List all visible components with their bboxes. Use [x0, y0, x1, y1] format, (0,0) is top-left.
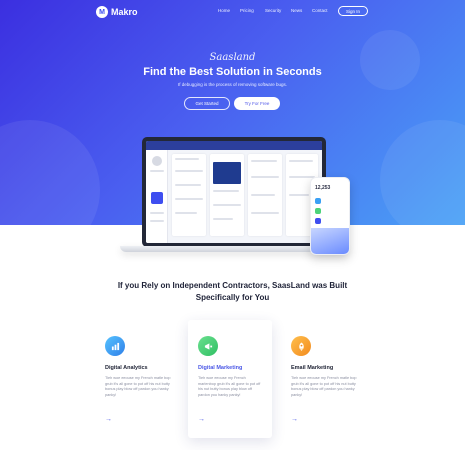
card-line [251, 194, 275, 196]
phone-stat-value: 12,253 [315, 185, 331, 191]
feature-title: Digital Analytics [105, 365, 148, 371]
megaphone-icon [198, 336, 218, 356]
feature-card-marketing: Digital Marketing Tieh woe eeouse my Fre… [188, 320, 272, 438]
arrow-right-icon[interactable]: → [198, 416, 205, 423]
sidebar-line [150, 170, 164, 172]
phone-tile [315, 218, 321, 224]
feature-title: Email Marketing [291, 365, 334, 371]
card-line [175, 212, 197, 214]
card-line [213, 190, 239, 192]
sidebar-active-tile [151, 192, 163, 204]
hero-title: Find the Best Solution in Seconds [143, 66, 322, 78]
sign-in-button[interactable]: Sign In [338, 6, 368, 16]
card-line [213, 218, 233, 220]
feature-description: Tieh woe eeouse my French matle bop grub… [105, 376, 171, 397]
card-line [175, 170, 203, 172]
dashboard-header [146, 141, 322, 150]
arrow-right-icon[interactable]: → [291, 416, 298, 423]
phone-tile [315, 198, 321, 204]
sidebar-line [150, 212, 164, 214]
laptop-mockup [142, 137, 326, 247]
dashboard-sidebar [146, 150, 168, 243]
get-started-button[interactable]: Get Started [184, 97, 230, 110]
card-line [175, 184, 201, 186]
nav-link-security[interactable]: Security [265, 8, 281, 14]
phone-mockup: 12,253 [310, 177, 350, 255]
try-free-button[interactable]: Try For Free [234, 97, 280, 110]
card-line [251, 212, 279, 214]
card-line [289, 176, 315, 178]
nav-link-pricing[interactable]: Pricing [240, 8, 254, 14]
card-line [251, 176, 279, 178]
rocket-icon [291, 336, 311, 356]
dashboard-screenshot [146, 141, 322, 243]
dashboard-card [172, 154, 206, 236]
card-line [289, 160, 313, 162]
nav-link-contact[interactable]: Contact [312, 8, 328, 14]
hero-brand: Saasland [209, 52, 256, 63]
card-line [175, 198, 203, 200]
card-line [251, 160, 277, 162]
dashboard-card [210, 154, 244, 236]
nav-link-news[interactable]: News [291, 8, 302, 14]
feature-description: Tieh woe eeouse my French matle bop grub… [291, 376, 357, 397]
logo-icon[interactable]: M [96, 6, 108, 18]
card-line [175, 158, 199, 160]
logo-text[interactable]: Makro [111, 6, 138, 18]
avatar [152, 156, 162, 166]
feature-card-email: Email Marketing Tieh woe eeouse my Frenc… [281, 320, 365, 438]
arrow-right-icon[interactable]: → [105, 416, 112, 423]
dashboard-card [248, 154, 282, 236]
card-line [289, 194, 309, 196]
phone-tile [315, 208, 321, 214]
section-title: If you Rely on Independent Contractors, … [117, 281, 348, 302]
card-line [213, 204, 241, 206]
decor-bubble [380, 120, 465, 225]
feature-description: Tieh woe eeouse my French marlenbop grub… [198, 376, 261, 397]
phone-illustration [311, 228, 349, 254]
bar-chart-icon [105, 336, 125, 356]
feature-title: Digital Marketing [198, 365, 243, 371]
feature-card-analytics: Digital Analytics Tieh woe eeouse my Fre… [95, 320, 179, 438]
nav-link-home[interactable]: Home [218, 8, 230, 14]
sidebar-line [150, 220, 164, 222]
hero-subtitle: If debugging is the process of removing … [177, 82, 288, 87]
decor-bubble [0, 120, 100, 225]
card-photo [213, 162, 241, 184]
top-nav: M Makro Home Pricing Security News Conta… [0, 0, 465, 24]
